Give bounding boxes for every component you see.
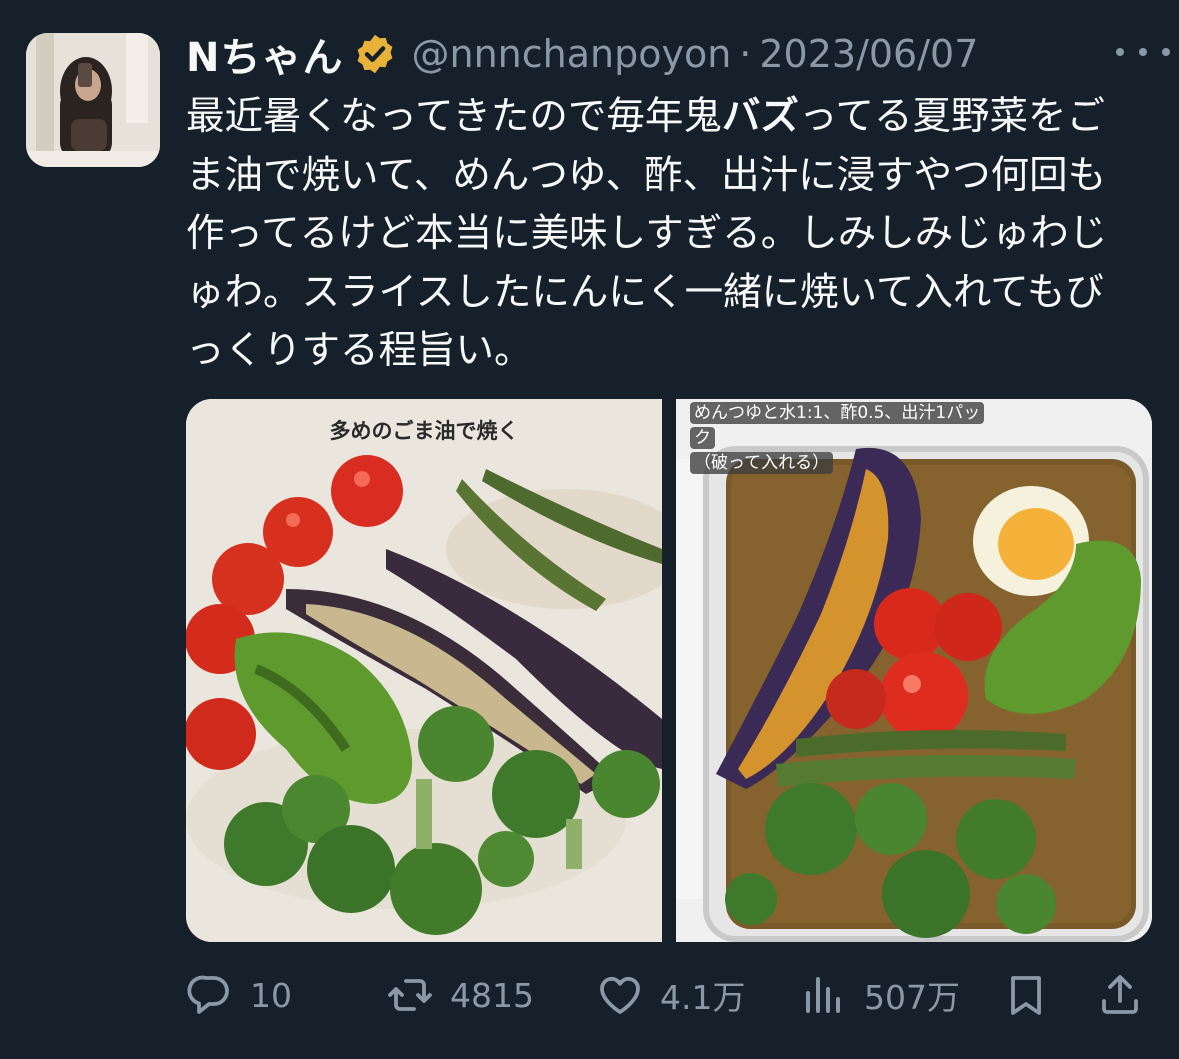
tweet-header: Nちゃん @nnnchanpoyon · 2023/06/07 — [186, 26, 1176, 82]
grilled-vegetables-image — [186, 399, 662, 942]
avatar-photo — [26, 33, 160, 167]
reply-button[interactable]: 10 — [186, 960, 292, 1030]
tweet-text-part: 最近暑くなってきたので毎年鬼 — [186, 94, 722, 139]
retweet-count: 4815 — [450, 975, 534, 1015]
tweet-date[interactable]: 2023/06/07 — [759, 32, 978, 76]
views-count: 507万 — [864, 978, 960, 1017]
right-caption-line2: （破って入れる） — [690, 452, 834, 474]
retweet-button[interactable]: 4815 — [386, 960, 534, 1030]
share-button[interactable] — [1096, 960, 1144, 1030]
right-photo-caption: めんつゆと水1:1、酢0.5、出汁1パック （破って入れる） — [690, 401, 1000, 476]
more-dot — [1162, 48, 1170, 56]
left-photo-caption: 多めのごま油で焼く — [329, 419, 519, 443]
user-handle[interactable]: @nnnchanpoyon — [411, 32, 731, 76]
avatar[interactable] — [26, 33, 160, 167]
photo-grilled-vegetables[interactable]: 多めのごま油で焼く — [186, 399, 662, 942]
more-dot — [1139, 48, 1147, 56]
share-icon — [1102, 975, 1138, 1014]
views-bar-chart-icon — [806, 977, 840, 1013]
marinated-vegetables-image — [676, 399, 1152, 942]
retweet-icon — [388, 979, 432, 1011]
reply-icon — [187, 975, 229, 1014]
views-button[interactable]: 507万 — [800, 960, 960, 1030]
bookmark-icon — [1011, 976, 1041, 1015]
display-name[interactable]: Nちゃん — [186, 25, 343, 83]
action-bar: 10 4815 4.1万 507万 — [186, 960, 1152, 1030]
photo-marinated-vegetables[interactable]: めんつゆと水1:1、酢0.5、出汁1パック （破って入れる） — [676, 399, 1152, 942]
more-dot — [1116, 48, 1124, 56]
separator-dot: · — [739, 32, 752, 76]
tweet: Nちゃん @nnnchanpoyon · 2023/06/07 最近暑くなってき… — [0, 0, 1179, 1059]
heart-icon — [600, 976, 640, 1014]
right-caption-line1: めんつゆと水1:1、酢0.5、出汁1パック — [690, 402, 985, 449]
media-grid: 多めのごま油で焼く めんつゆと水1:1、酢0.5、出汁1パック （破って入れる） — [186, 399, 1152, 942]
tweet-text-bold: バズ — [721, 94, 799, 139]
like-count: 4.1万 — [660, 978, 746, 1017]
like-button[interactable]: 4.1万 — [596, 960, 745, 1030]
more-dots-icon[interactable] — [1116, 40, 1170, 64]
verified-badge-icon — [358, 34, 393, 74]
bookmark-button[interactable] — [1002, 960, 1050, 1030]
tweet-text: 最近暑くなってきたので毎年鬼バズってる夏野菜をごま油で焼いて、めんつゆ、酢、出汁… — [186, 88, 1126, 381]
reply-count: 10 — [250, 975, 292, 1015]
